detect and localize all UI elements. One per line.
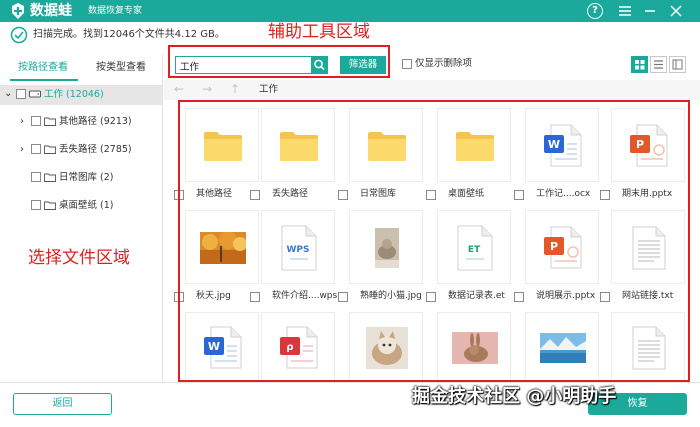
annotation-label-toolbar: 辅助工具区域 xyxy=(268,22,370,42)
breadcrumb[interactable]: 工作 xyxy=(259,84,278,96)
help-icon[interactable]: ? xyxy=(587,3,603,19)
tree-item-label: 日常图库 (2) xyxy=(59,172,114,183)
tree-checkbox[interactable] xyxy=(16,89,26,99)
list-view-button[interactable] xyxy=(650,56,667,73)
navigation-bar: ← → ↑ 工作 xyxy=(164,80,700,100)
tree-item-label: 其他路径 (9213) xyxy=(59,116,132,127)
folder-icon xyxy=(44,117,56,126)
tree-item-lost-paths[interactable]: › 丢失路径 (2785) xyxy=(0,140,163,160)
tree-item-label: 工作 (12046) xyxy=(44,89,104,100)
tree-item-root[interactable]: ⌄ 工作 (12046) xyxy=(0,85,163,105)
tree-checkbox[interactable] xyxy=(31,172,41,182)
check-circle-icon xyxy=(10,26,28,44)
annotation-box-toolbar xyxy=(168,45,390,78)
annotation-label-file-area: 选择文件区域 xyxy=(28,248,130,268)
title-bar: 数据蛙 数据恢复专家 ? xyxy=(0,0,700,22)
tree-checkbox[interactable] xyxy=(31,116,41,126)
tree-item-other-paths[interactable]: › 其他路径 (9213) xyxy=(0,112,163,132)
back-arrow-icon[interactable]: ← xyxy=(174,82,184,96)
sidebar: 按路径查看 按类型查看 ⌄ 工作 (12046) › 其他路径 (9213) ›… xyxy=(0,55,163,382)
close-icon[interactable] xyxy=(668,3,684,19)
tab-by-path[interactable]: 按路径查看 xyxy=(18,62,68,74)
folder-icon xyxy=(44,201,56,210)
app-subtitle: 数据恢复专家 xyxy=(88,6,143,16)
folder-icon xyxy=(44,145,56,154)
app-name: 数据蛙 xyxy=(30,3,72,19)
app-logo-icon xyxy=(12,3,24,19)
menu-icon[interactable] xyxy=(617,3,633,19)
watermark: 掘金技术社区 @小明助手 xyxy=(412,386,617,407)
tree-checkbox[interactable] xyxy=(31,200,41,210)
tree-item-label: 桌面壁纸 (1) xyxy=(59,200,114,211)
chevron-right-icon[interactable]: › xyxy=(20,115,24,129)
tree-checkbox[interactable] xyxy=(31,144,41,154)
detail-view-icon xyxy=(672,59,683,70)
footer-divider xyxy=(0,382,700,383)
tree-item-daily-gallery[interactable]: 日常图库 (2) xyxy=(0,168,163,188)
detail-view-button[interactable] xyxy=(669,56,686,73)
drive-icon xyxy=(29,90,41,98)
minimize-icon[interactable] xyxy=(642,3,658,19)
grid-view-button[interactable] xyxy=(631,56,648,73)
chevron-down-icon[interactable]: ⌄ xyxy=(4,87,12,101)
view-tabs: 按路径查看 按类型查看 xyxy=(0,55,163,81)
list-view-icon xyxy=(654,60,663,69)
only-deleted-checkbox[interactable] xyxy=(402,59,412,69)
tab-by-type[interactable]: 按类型查看 xyxy=(96,62,146,74)
active-tab-indicator xyxy=(10,79,78,81)
tree-item-label: 丢失路径 (2785) xyxy=(59,144,132,155)
chevron-right-icon[interactable]: › xyxy=(20,143,24,157)
up-arrow-icon[interactable]: ↑ xyxy=(230,82,240,96)
back-button[interactable]: 返回 xyxy=(13,393,112,415)
annotation-box-file-area xyxy=(178,100,690,382)
grid-view-icon xyxy=(635,60,645,70)
tree-item-desktop-wallpaper[interactable]: 桌面壁纸 (1) xyxy=(0,196,163,216)
only-deleted-label: 仅显示删除项 xyxy=(415,58,473,69)
forward-arrow-icon[interactable]: → xyxy=(202,82,212,96)
scan-status-text: 扫描完成。找到12046个文件共4.12 GB。 xyxy=(33,29,225,40)
folder-icon xyxy=(44,173,56,182)
